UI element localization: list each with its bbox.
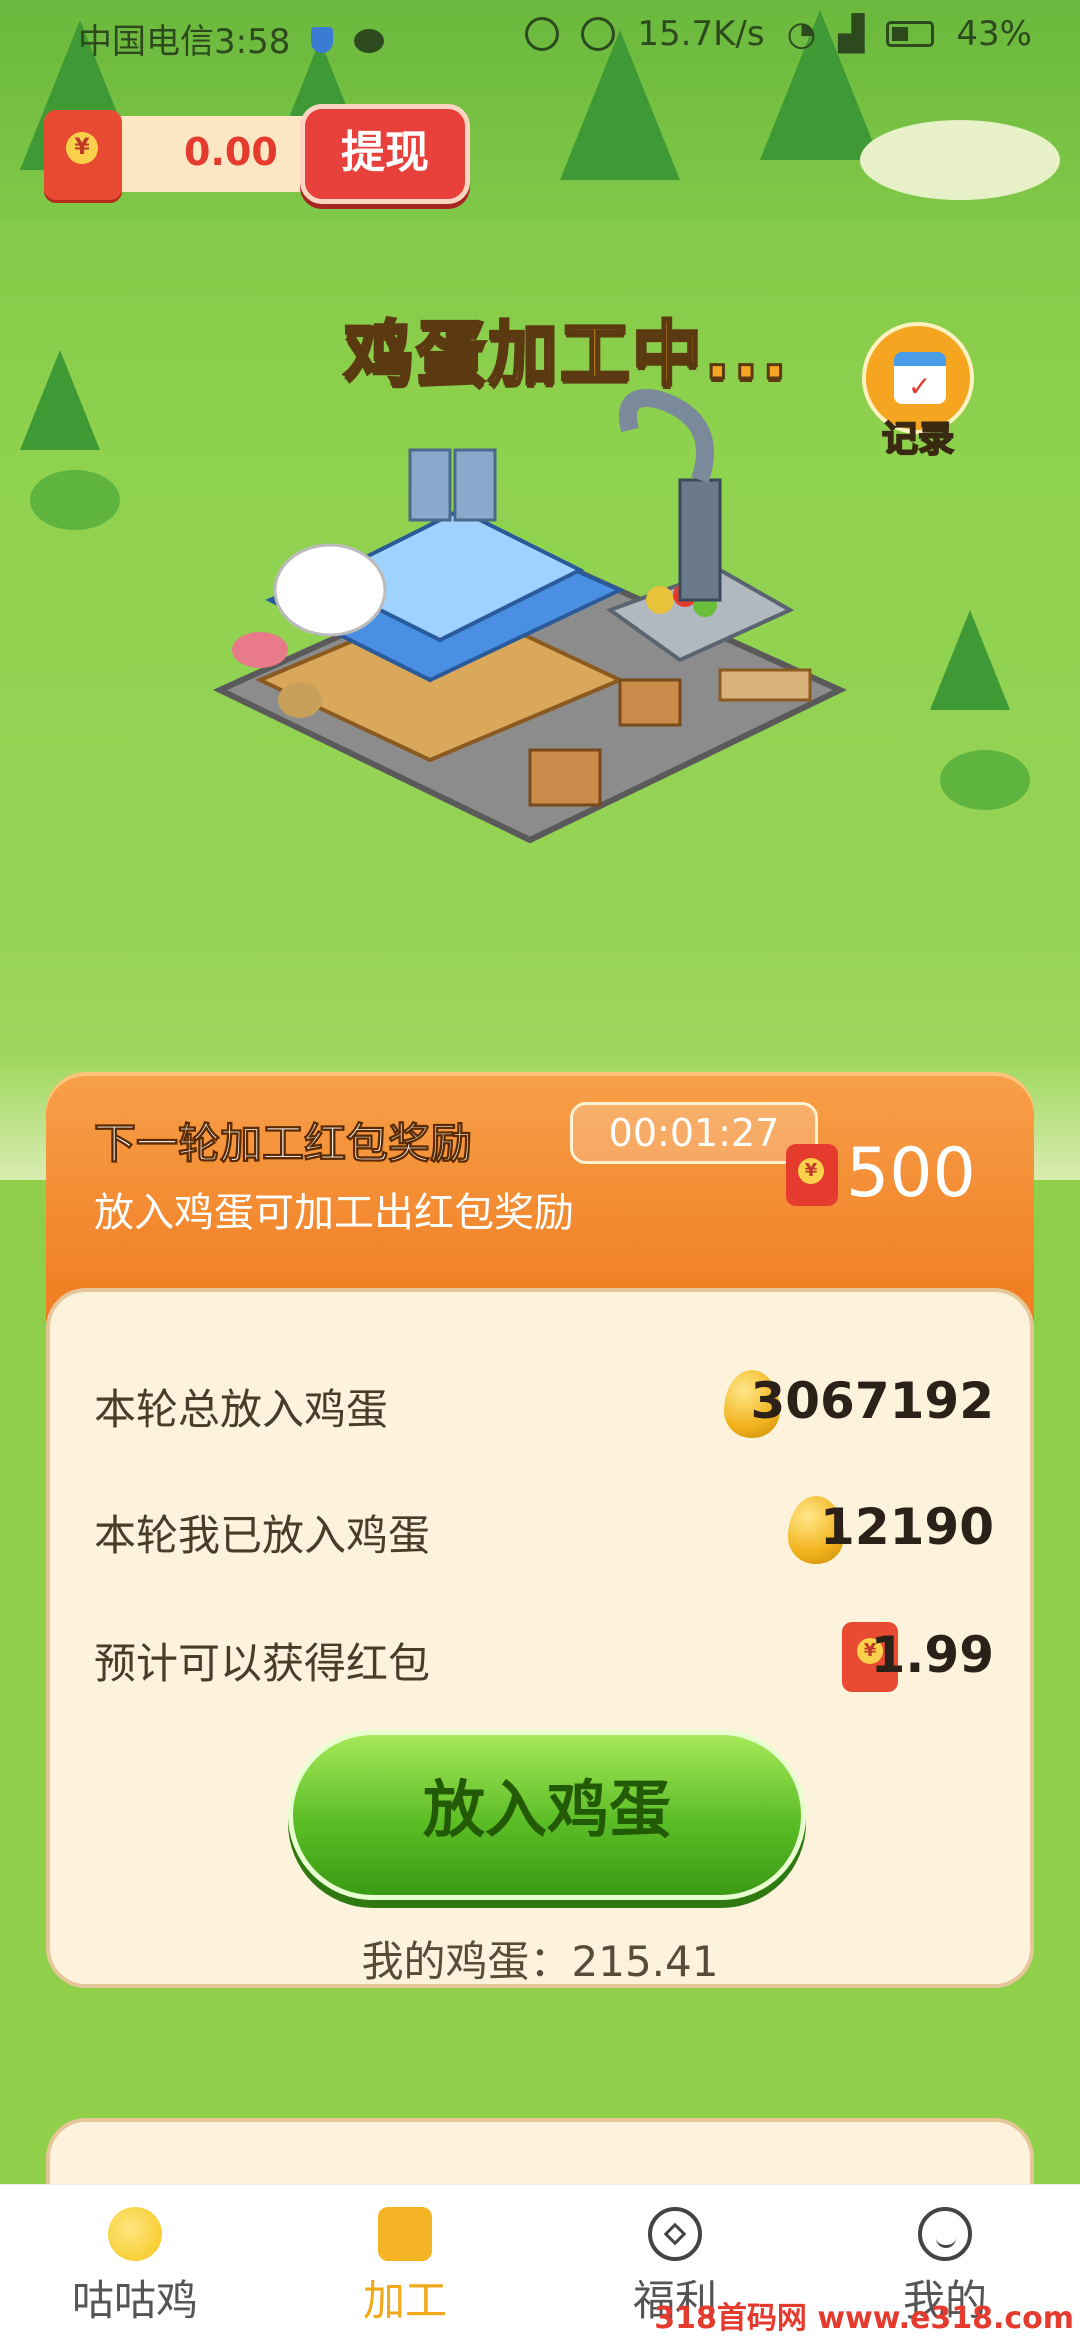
tab-label: 咕咕鸡 — [71, 2276, 198, 2325]
status-bar: 中国电信3:58 15.7K/s ◔ ▟ 43% — [0, 0, 1080, 72]
record-label: 记录 — [881, 418, 955, 461]
carrier-time: 中国电信3:58 — [78, 14, 384, 63]
red-envelope-icon: ¥ — [786, 1144, 838, 1206]
bottom-tab-bar: 咕咕鸡 加工 福利 我的 318首码网 www.e318.com — [0, 2184, 1080, 2341]
battery-icon — [886, 21, 935, 47]
withdraw-button[interactable]: 提现 — [300, 104, 470, 204]
hill-decoration — [860, 120, 1060, 200]
balance-amount: 0.00 — [184, 130, 278, 174]
stat-value: 1.99 — [870, 1626, 994, 1684]
stat-value: 12190 — [820, 1498, 994, 1556]
tab-gugu-chicken[interactable]: 咕咕鸡 — [0, 2185, 270, 2341]
welfare-icon — [648, 2207, 702, 2261]
tree-decoration — [930, 610, 1010, 710]
network-speed: 15.7K/s — [637, 14, 765, 54]
bush-decoration — [940, 750, 1030, 810]
stat-row-expected-reward: 预计可以获得红包 ¥ 1.99 — [94, 1618, 994, 1698]
stat-label: 本轮总放入鸡蛋 — [94, 1385, 389, 1434]
egg-factory-illustration — [212, 389, 848, 844]
reward-amount: 500 — [846, 1134, 976, 1213]
shield-icon — [311, 27, 334, 53]
stat-label: 预计可以获得红包 — [94, 1639, 431, 1688]
stat-row-my-eggs: 本轮我已放入鸡蛋 12190 — [94, 1490, 994, 1570]
signal-icon: ▟ — [838, 14, 865, 54]
stat-value: 3067192 — [750, 1372, 994, 1430]
reward-subtitle: 放入鸡蛋可加工出红包奖励 — [94, 1190, 574, 1236]
carrier-time-text: 中国电信3:58 — [78, 22, 291, 62]
tab-process[interactable]: 加工 — [270, 2185, 540, 2341]
countdown-timer: 00:01:27 — [570, 1102, 818, 1164]
stat-label: 本轮我已放入鸡蛋 — [94, 1511, 431, 1560]
site-watermark: 318首码网 www.e318.com — [654, 2301, 1074, 2336]
reward-panel: 下一轮加工红包奖励 00:01:27 放入鸡蛋可加工出红包奖励 ¥ 500 — [46, 1072, 1034, 1322]
put-eggs-button[interactable]: 放入鸡蛋 — [288, 1730, 806, 1900]
chick-icon — [108, 2207, 162, 2261]
stat-row-total-eggs: 本轮总放入鸡蛋 3067192 — [94, 1364, 994, 1444]
red-envelope-icon: ¥ — [44, 110, 122, 200]
wechat-icon — [353, 29, 384, 53]
record-button[interactable]: ✓ 记录 — [860, 322, 976, 462]
wifi-icon: ◔ — [786, 14, 817, 54]
bush-decoration — [30, 470, 120, 530]
tree-decoration — [20, 350, 100, 450]
battery-percent: 43% — [956, 14, 1032, 54]
stats-panel: 本轮总放入鸡蛋 3067192 本轮我已放入鸡蛋 12190 预计可以获得红包 … — [46, 1288, 1034, 1988]
alarm-icon — [581, 17, 616, 51]
processing-title: 鸡蛋加工中... — [343, 312, 790, 397]
nfc-icon — [525, 17, 560, 51]
my-eggs-balance: 我的鸡蛋：215.41 — [361, 1937, 719, 1986]
reward-title: 下一轮加工红包奖励 — [93, 1119, 473, 1169]
tab-label: 加工 — [362, 2276, 447, 2325]
status-right: 15.7K/s ◔ ▟ 43% — [525, 14, 1032, 54]
process-icon — [378, 2207, 432, 2261]
wallet-widget: ¥ 0.00 提现 — [44, 104, 474, 204]
profile-icon — [918, 2207, 972, 2261]
